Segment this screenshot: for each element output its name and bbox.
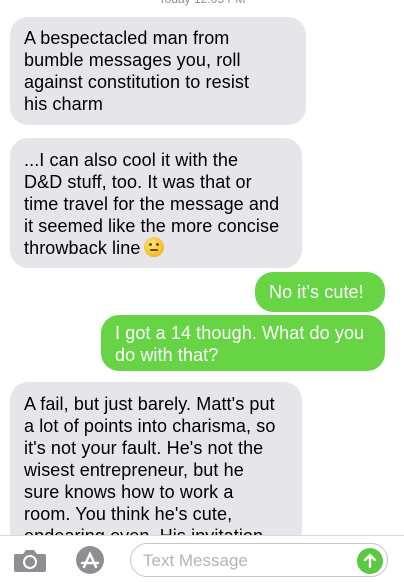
message-input[interactable] (143, 550, 343, 572)
camera-icon[interactable] (12, 544, 48, 576)
message-bubble-outgoing[interactable]: No it's cute! (255, 272, 385, 312)
message-line: endearing even. His invitation (24, 525, 288, 535)
message-bubble-incoming[interactable]: A bespectacled man from bumble messages … (10, 17, 306, 125)
message-line: a lot of points into charisma, so (24, 416, 276, 436)
app-store-icon[interactable] (72, 544, 108, 576)
message-line: I got a 14 though. What do you (115, 323, 365, 343)
message-line: it's not your fault. He's not the (24, 438, 264, 458)
message-line: D&D stuff, too. It was that or (24, 172, 252, 192)
send-button[interactable] (357, 548, 383, 574)
message-line: A bespectacled man from (24, 28, 230, 48)
message-bubble-incoming[interactable]: ...I can also cool it with the D&D stuff… (10, 138, 302, 268)
message-line: A fail, but just barely. Matt's put (24, 394, 275, 414)
message-line: his charm (24, 94, 103, 114)
message-line: against constitution to resist (24, 72, 250, 92)
send-arrow-icon (363, 553, 377, 569)
message-text: throwback line (24, 238, 141, 258)
message-input-bar (0, 535, 404, 582)
message-line: throwback line (24, 237, 288, 259)
message-line: do with that? (115, 345, 219, 365)
message-line: time travel for the message and (24, 194, 280, 214)
message-line: it seemed like the more concise (24, 216, 280, 236)
message-line: room. You think he's cute, (24, 504, 233, 524)
message-line: wisest entrepreneur, but he (24, 460, 244, 480)
message-text-field[interactable] (130, 543, 388, 577)
thinking-face-icon (144, 237, 165, 257)
message-line: ...I can also cool it with the (24, 150, 239, 170)
message-bubble-outgoing[interactable]: I got a 14 though. What do you do with t… (101, 315, 385, 371)
message-line: No it's cute! (269, 282, 364, 302)
message-line: bumble messages you, roll (24, 50, 241, 70)
message-thread[interactable]: A bespectacled man from bumble messages … (0, 0, 404, 535)
message-line: sure knows how to work a (24, 482, 234, 502)
message-bubble-incoming[interactable]: A fail, but just barely. Matt's put a lo… (10, 382, 302, 535)
